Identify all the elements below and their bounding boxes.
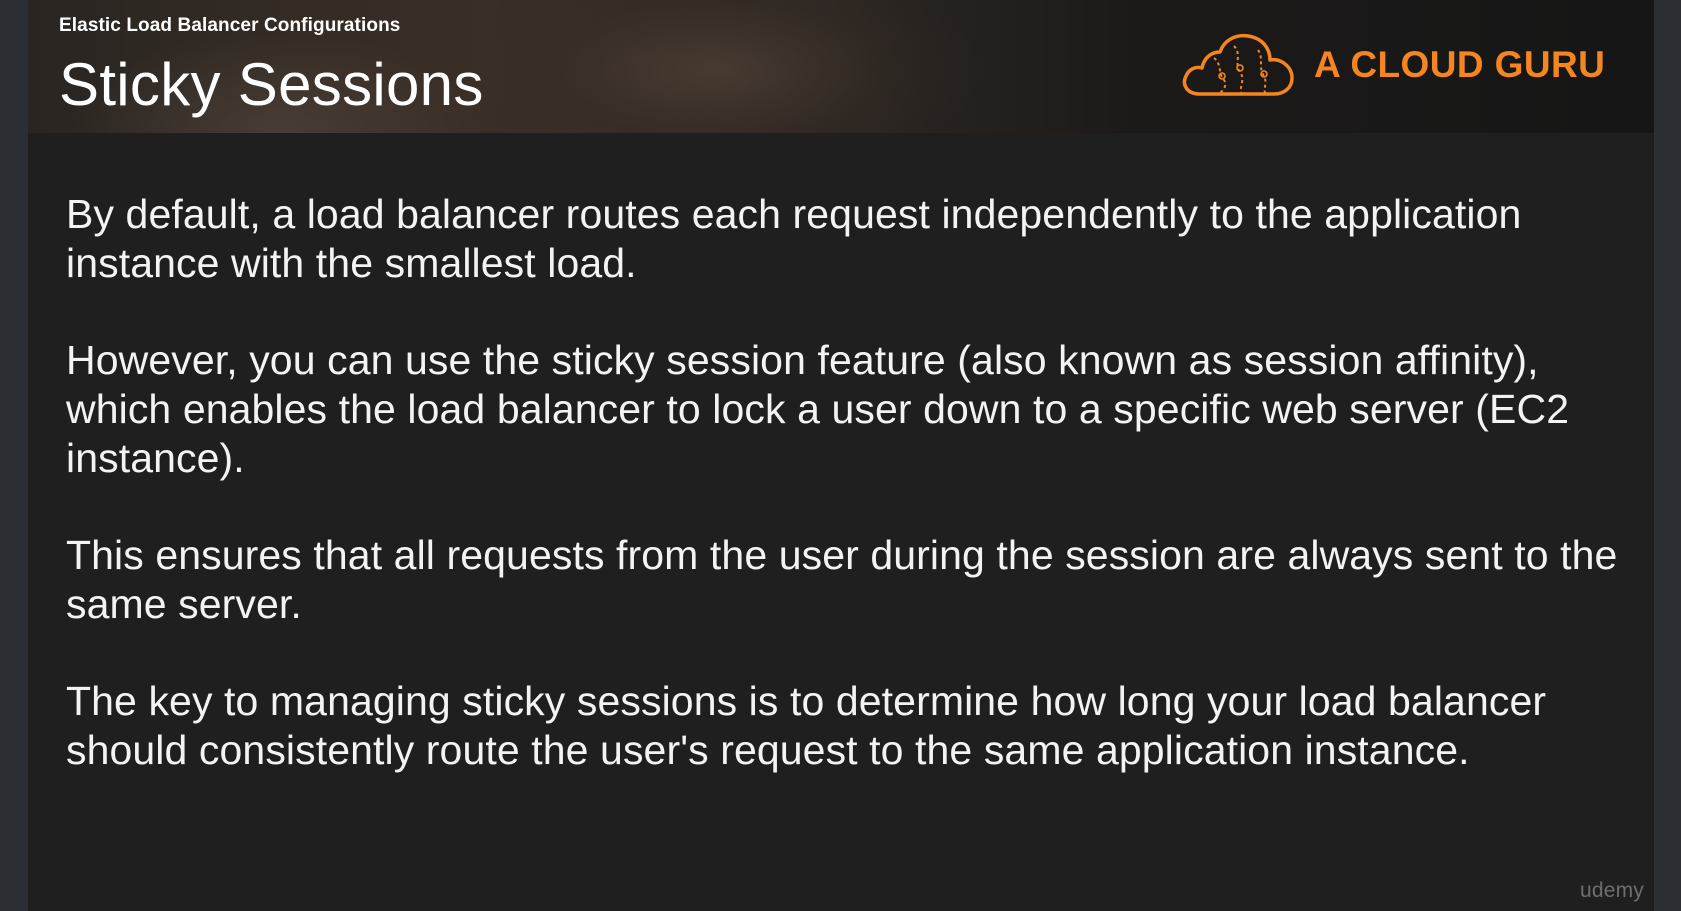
header-background-shade <box>458 0 978 133</box>
brand-name: A CLOUD GURU <box>1314 44 1606 85</box>
paragraph-key-duration: The key to managing sticky sessions is t… <box>66 678 1547 773</box>
video-viewport: Elastic Load Balancer Configurations Sti… <box>0 0 1681 911</box>
brand-logo: A CLOUD GURU <box>1178 28 1605 102</box>
paragraph-sticky-session-feature: However, you can use the sticky session … <box>66 337 1570 481</box>
udemy-watermark: udemy <box>1579 879 1644 902</box>
paragraph-default-routing: By default, a load balancer routes each … <box>66 191 1522 286</box>
paragraph-same-server: This ensures that all requests from the … <box>66 532 1618 627</box>
slide-title: Sticky Sessions <box>59 51 484 118</box>
section-kicker: Elastic Load Balancer Configurations <box>59 15 401 36</box>
lecture-slide: Elastic Load Balancer Configurations Sti… <box>28 0 1654 911</box>
slide-body: By default, a load balancer routes each … <box>66 190 1626 823</box>
slide-header: Elastic Load Balancer Configurations Sti… <box>28 0 1654 133</box>
cloud-logo-icon <box>1182 33 1294 96</box>
